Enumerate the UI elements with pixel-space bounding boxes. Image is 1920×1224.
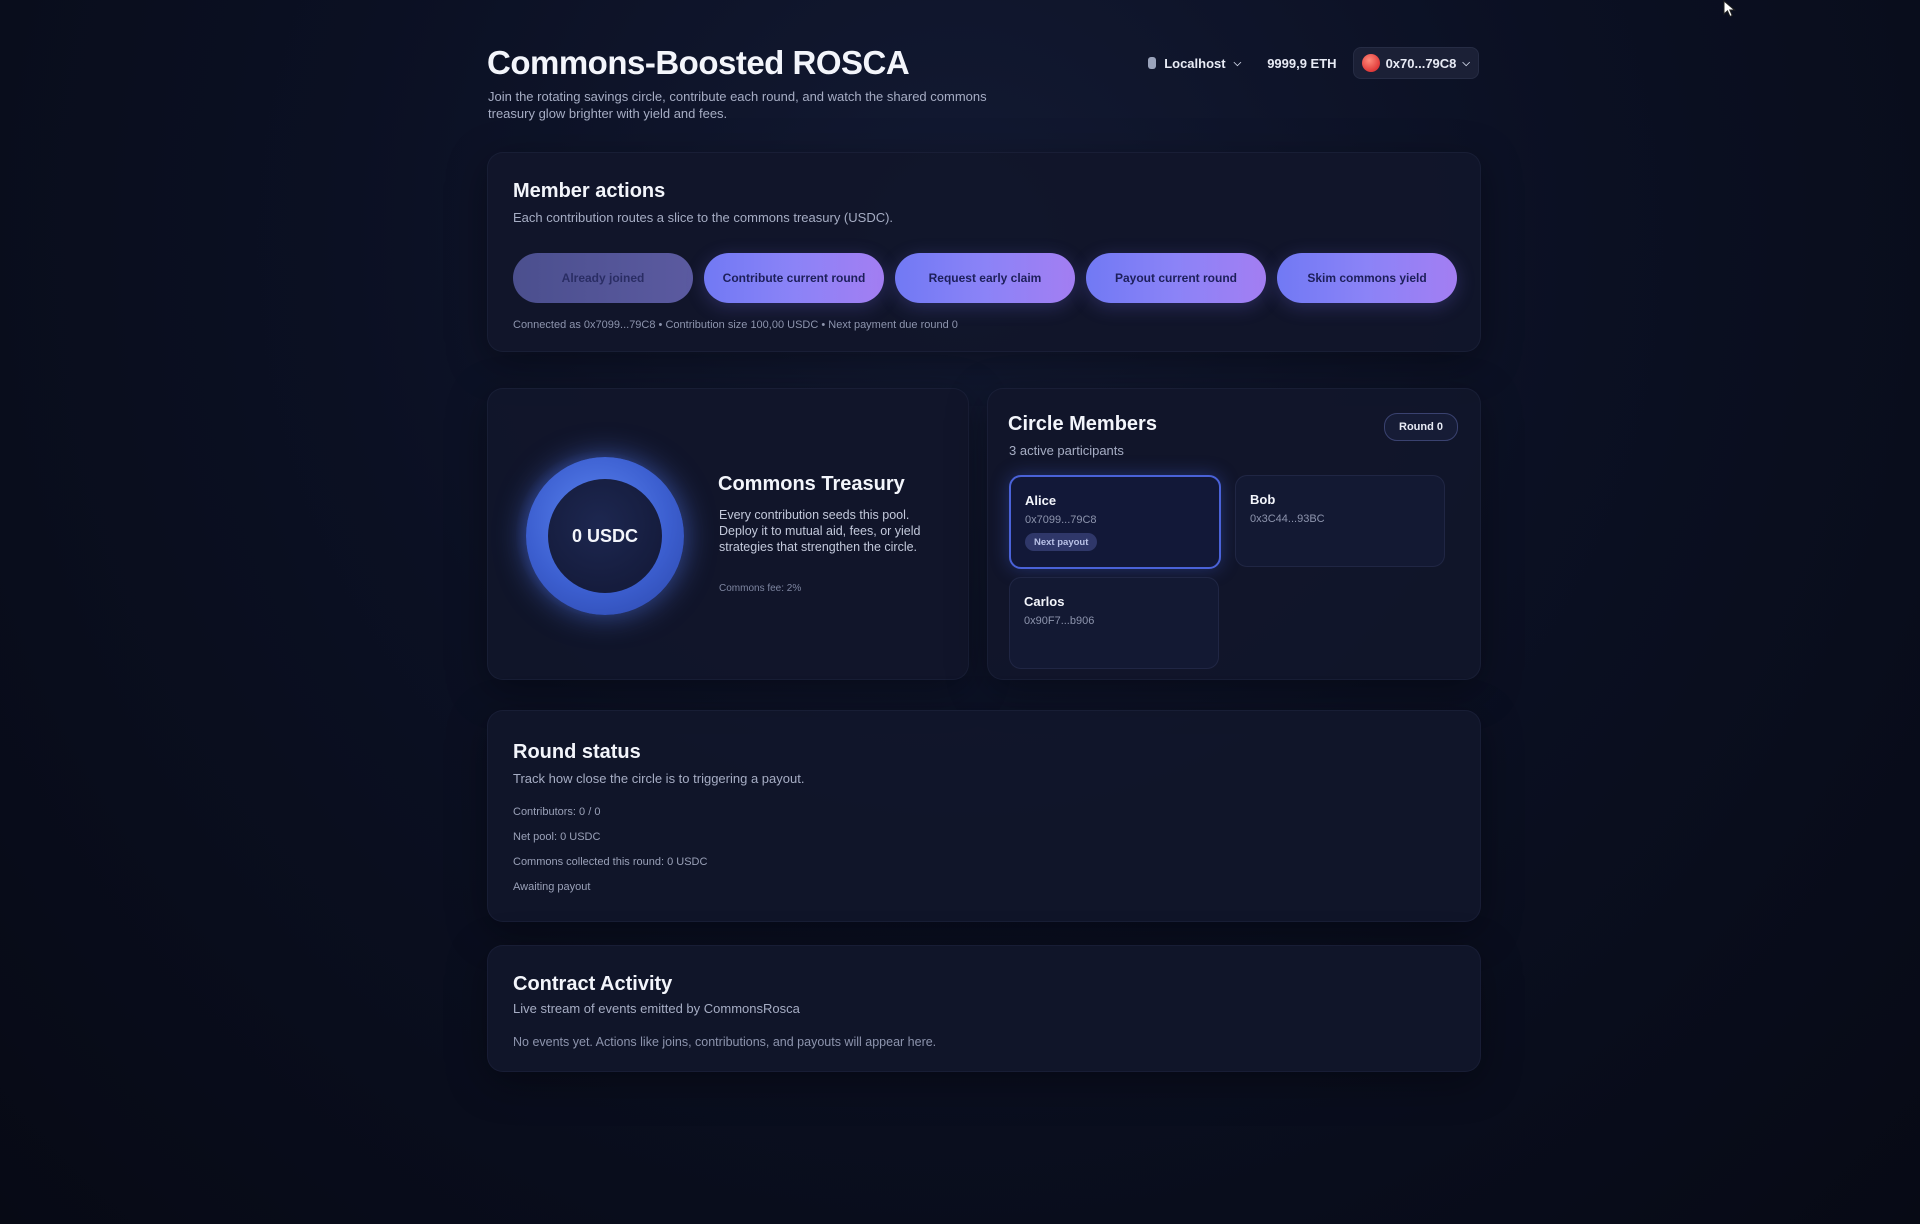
round-status-title: Round status: [513, 741, 641, 763]
member-address: 0x7099...79C8: [1025, 514, 1097, 526]
mouse-cursor-icon: [1723, 0, 1736, 18]
treasury-description: Every contribution seeds this pool. Depl…: [719, 508, 921, 554]
member-card-carlos[interactable]: Carlos 0x90F7...b906: [1009, 577, 1219, 669]
contributors-stat: Contributors: 0 / 0: [513, 806, 601, 818]
already-joined-button[interactable]: Already joined: [513, 253, 693, 303]
chevron-down-icon: ⌵: [1233, 57, 1242, 69]
action-buttons: Already joined Contribute current round …: [513, 253, 1457, 303]
connection-info: Connected as 0x7099...79C8 • Contributio…: [513, 319, 958, 331]
member-card-alice[interactable]: Alice 0x7099...79C8 Next payout: [1009, 475, 1221, 569]
member-name: Bob: [1250, 492, 1276, 507]
wallet-bar: Localhost ⌵ 9999,9 ETH 0x70...79C8 ⌵: [1138, 47, 1479, 79]
round-badge: Round 0: [1384, 413, 1458, 441]
member-actions-subtitle: Each contribution routes a slice to the …: [513, 210, 894, 225]
next-payout-badge: Next payout: [1025, 533, 1098, 551]
member-name: Carlos: [1024, 594, 1065, 609]
payout-status: Awaiting payout: [513, 881, 591, 893]
commons-fee: Commons fee: 2%: [719, 583, 802, 594]
member-address: 0x90F7...b906: [1024, 615, 1095, 627]
activity-title: Contract Activity: [513, 973, 673, 995]
round-status-subtitle: Track how close the circle is to trigger…: [513, 771, 805, 786]
contribute-button[interactable]: Contribute current round: [704, 253, 884, 303]
page-title: Commons-Boosted ROSCA: [487, 44, 910, 81]
member-name: Alice: [1025, 493, 1057, 508]
account-button[interactable]: 0x70...79C8 ⌵: [1352, 47, 1479, 79]
treasury-title: Commons Treasury: [718, 473, 905, 495]
circle-members-card: Circle Members 3 active participants Rou…: [987, 388, 1481, 680]
members-subtitle: 3 active participants: [1009, 443, 1124, 458]
app-page: Commons-Boosted ROSCA Join the rotating …: [487, 0, 1481, 1224]
network-icon: [1148, 57, 1157, 69]
member-address: 0x3C44...93BC: [1250, 513, 1325, 525]
network-selector[interactable]: Localhost ⌵: [1138, 48, 1251, 78]
account-address: 0x70...79C8: [1385, 55, 1457, 71]
treasury-card: 0 USDC Commons Treasury Every contributi…: [487, 388, 969, 680]
treasury-amount: 0 USDC: [548, 479, 662, 593]
members-title: Circle Members: [1008, 413, 1157, 435]
member-card-bob[interactable]: Bob 0x3C44...93BC: [1235, 475, 1445, 567]
eth-balance: 9999,9 ETH: [1267, 55, 1337, 71]
skim-yield-button[interactable]: Skim commons yield: [1277, 253, 1457, 303]
member-actions-card: Member actions Each contribution routes …: [487, 152, 1481, 352]
commons-collected-stat: Commons collected this round: 0 USDC: [513, 856, 708, 868]
early-claim-button[interactable]: Request early claim: [895, 253, 1075, 303]
chevron-down-icon: ⌵: [1462, 57, 1470, 69]
member-actions-title: Member actions: [513, 180, 666, 202]
activity-subtitle: Live stream of events emitted by Commons…: [513, 1001, 800, 1016]
net-pool-stat: Net pool: 0 USDC: [513, 831, 601, 843]
page-header: Commons-Boosted ROSCA Join the rotating …: [487, 40, 1479, 130]
network-label: Localhost: [1164, 55, 1226, 71]
round-stats: Contributors: 0 / 0 Net pool: 0 USDC Com…: [513, 803, 707, 903]
page-subtitle: Join the rotating savings circle, contri…: [488, 89, 987, 121]
contract-activity-card: Contract Activity Live stream of events …: [487, 945, 1481, 1072]
payout-button[interactable]: Payout current round: [1086, 253, 1266, 303]
round-status-card: Round status Track how close the circle …: [487, 710, 1481, 922]
account-avatar: [1361, 54, 1380, 72]
activity-empty-state: No events yet. Actions like joins, contr…: [513, 1035, 937, 1049]
